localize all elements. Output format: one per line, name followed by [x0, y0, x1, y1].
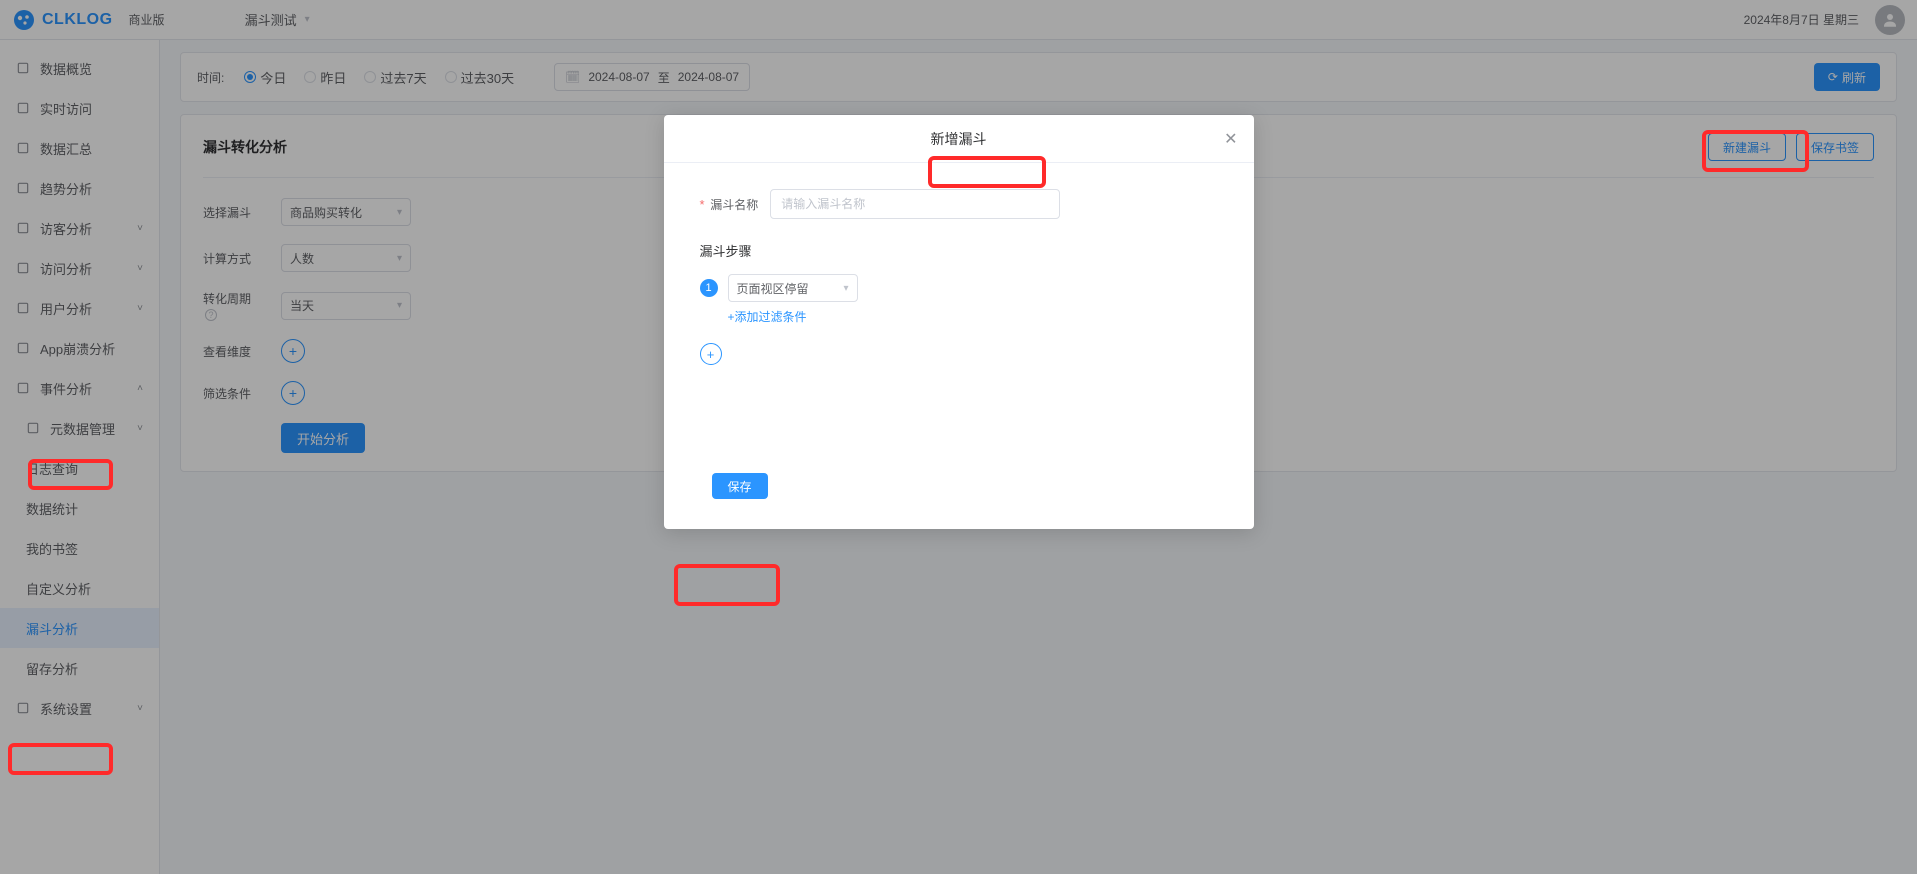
funnel-name-input[interactable] — [770, 189, 1060, 219]
steps-section-title: 漏斗步骤 — [700, 241, 1216, 260]
funnel-name-label: * 漏斗名称 — [700, 196, 759, 213]
add-step-button[interactable]: + — [700, 343, 722, 365]
funnel-step-row: 1 页面视区停留 ▾ — [700, 274, 1216, 302]
close-icon[interactable]: ✕ — [1224, 129, 1237, 149]
chevron-down-icon: ▾ — [843, 283, 848, 294]
modal-title: 新增漏斗 — [931, 129, 987, 149]
step-number-badge: 1 — [700, 279, 718, 297]
step-event-value: 页面视区停留 — [737, 280, 809, 297]
modal-header: 新增漏斗 ✕ — [664, 115, 1254, 163]
modal-save-button[interactable]: 保存 — [712, 473, 768, 499]
step-event-dropdown[interactable]: 页面视区停留 ▾ — [728, 274, 858, 302]
add-step-filter-link[interactable]: +添加过滤条件 — [728, 308, 807, 325]
required-star: * — [700, 197, 705, 212]
new-funnel-modal: 新增漏斗 ✕ * 漏斗名称 漏斗步骤 1 页面视区停留 ▾ +添加过滤条件 + … — [664, 115, 1254, 529]
